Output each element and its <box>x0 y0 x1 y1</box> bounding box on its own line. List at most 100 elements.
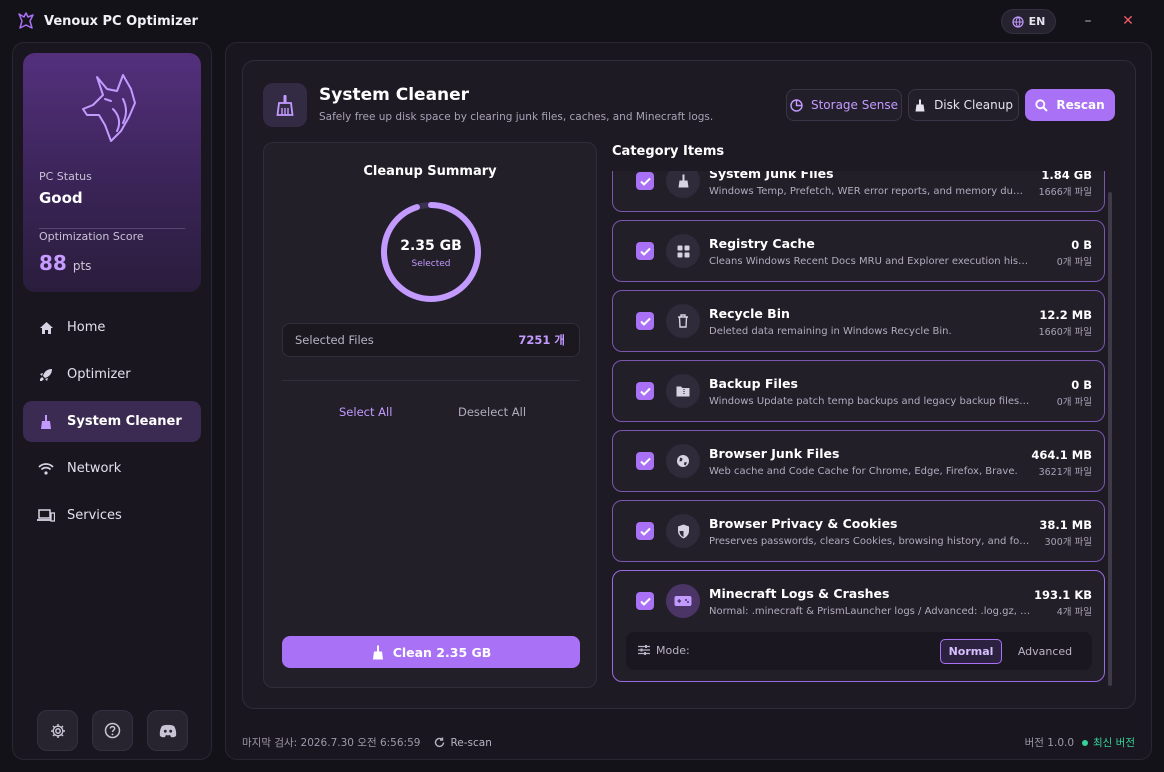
category-scrollbar[interactable] <box>1108 192 1112 686</box>
sidebar-item-optimizer[interactable]: Optimizer <box>23 354 201 395</box>
broom-icon <box>915 99 925 111</box>
category-description: Web cache and Code Cache for Chrome, Edg… <box>709 466 1018 477</box>
language-button[interactable]: EN <box>1001 9 1056 34</box>
category-size: 193.1 KB <box>1033 588 1092 602</box>
header-broom-icon <box>263 83 307 127</box>
sidebar-item-system-cleaner[interactable]: System Cleaner <box>23 401 201 442</box>
optimization-score-value: 88 <box>39 251 67 275</box>
check-icon <box>639 177 651 186</box>
cleanup-summary-title: Cleanup Summary <box>363 164 497 179</box>
pc-status-value: Good <box>39 189 83 207</box>
category-size: 1.84 GB <box>1041 171 1092 182</box>
category-file-count: 1666개 파일 <box>1038 187 1092 198</box>
globe-icon <box>666 444 700 478</box>
category-name: Browser Privacy & Cookies <box>709 516 898 531</box>
latest-version-badge: 최신 버전 <box>1082 735 1135 750</box>
system-cleaner-panel: System Cleaner Safely free up disk space… <box>242 60 1136 709</box>
category-checkbox[interactable] <box>636 522 654 540</box>
help-icon <box>104 722 121 739</box>
select-all-button[interactable]: Select All <box>339 405 392 419</box>
rescan-button[interactable]: Rescan <box>1025 89 1115 121</box>
category-item-recycle-bin[interactable]: Recycle Bin Deleted data remaining in Wi… <box>612 290 1105 352</box>
category-size: 12.2 MB <box>1039 308 1092 322</box>
last-scan-text: 마지막 검사: 2026.7.30 오전 6:56:59 <box>242 737 421 749</box>
deselect-all-button[interactable]: Deselect All <box>458 405 526 419</box>
settings-button[interactable] <box>37 710 78 751</box>
category-checkbox[interactable] <box>636 382 654 400</box>
discord-button[interactable] <box>147 710 188 751</box>
latest-version-label: 최신 버전 <box>1093 737 1135 749</box>
sidebar-item-network[interactable]: Network <box>23 448 201 489</box>
search-icon <box>1035 98 1049 112</box>
category-name: Browser Junk Files <box>709 446 840 461</box>
settings-icon <box>50 723 65 738</box>
category-item-minecraft-logs[interactable]: Minecraft Logs & Crashes Normal: .minecr… <box>612 570 1105 682</box>
sidebar-nav: Home Optimizer System Cleaner Network Se… <box>23 307 201 542</box>
broom-icon <box>372 645 383 659</box>
status-card: PC Status Good Optimization Score 88 pts <box>23 53 201 292</box>
category-description: Normal: .minecraft & PrismLauncher logs … <box>709 606 1031 617</box>
category-checkbox[interactable] <box>636 452 654 470</box>
category-item-browser-privacy[interactable]: Browser Privacy & Cookies Preserves pass… <box>612 500 1105 562</box>
sidebar-item-home[interactable]: Home <box>23 307 201 348</box>
help-button[interactable] <box>92 710 133 751</box>
gauge-icon <box>790 98 803 112</box>
category-file-count: 3621개 파일 <box>1038 467 1092 478</box>
disk-cleanup-label: Disk Cleanup <box>934 98 1013 112</box>
summary-divider <box>282 380 580 381</box>
check-icon <box>639 527 651 536</box>
selected-size-value: 2.35 GB <box>400 238 462 254</box>
category-name: Registry Cache <box>709 236 815 251</box>
minimize-button[interactable]: – <box>1077 10 1099 32</box>
wolf-logo-icon <box>82 74 136 142</box>
selected-size-label: Selected <box>411 259 451 269</box>
category-item-backup-files[interactable]: Backup Files Windows Update patch temp b… <box>612 360 1105 422</box>
home-icon <box>37 319 55 337</box>
category-item-system-junk[interactable]: System Junk Files Windows Temp, Prefetch… <box>612 171 1105 212</box>
category-checkbox[interactable] <box>636 312 654 330</box>
mode-normal-button[interactable]: Normal <box>940 639 1002 664</box>
check-icon <box>639 597 651 606</box>
category-description: Cleans Windows Recent Docs MRU and Explo… <box>709 256 1031 267</box>
category-size: 0 B <box>1071 378 1092 392</box>
re-scan-link[interactable]: Re-scan <box>434 736 492 749</box>
category-description: Deleted data remaining in Windows Recycl… <box>709 326 952 337</box>
category-checkbox[interactable] <box>636 592 654 610</box>
re-scan-label: Re-scan <box>450 736 492 749</box>
category-item-registry-cache[interactable]: Registry Cache Cleans Windows Recent Doc… <box>612 220 1105 282</box>
rescan-label: Rescan <box>1056 98 1105 112</box>
status-dot-icon <box>1082 739 1089 746</box>
main-area: System Cleaner Safely free up disk space… <box>225 42 1152 760</box>
sidebar-item-label: Home <box>67 320 106 335</box>
language-label: EN <box>1028 15 1046 28</box>
title-bar: Venoux PC Optimizer EN – ✕ <box>0 0 1164 42</box>
sidebar-item-label: Network <box>67 461 122 476</box>
broom-icon <box>37 413 55 431</box>
category-item-browser-junk[interactable]: Browser Junk Files Web cache and Code Ca… <box>612 430 1105 492</box>
category-checkbox[interactable] <box>636 172 654 190</box>
cleanup-summary-card: Cleanup Summary 2.35 GB Selected Selecte… <box>263 142 597 688</box>
clean-button[interactable]: Clean 2.35 GB <box>282 636 580 668</box>
status-footer-left: 마지막 검사: 2026.7.30 오전 6:56:59 Re-scan <box>242 735 492 750</box>
disk-cleanup-button[interactable]: Disk Cleanup <box>908 89 1019 121</box>
broom-icon <box>666 171 700 198</box>
storage-sense-label: Storage Sense <box>810 98 898 112</box>
check-icon <box>639 317 651 326</box>
storage-sense-button[interactable]: Storage Sense <box>786 89 902 121</box>
selected-files-value: 7251 개 <box>518 333 565 347</box>
check-icon <box>639 387 651 396</box>
mode-selector: Mode: Normal Advanced <box>626 632 1092 670</box>
clean-button-label: Clean 2.35 GB <box>392 644 492 660</box>
sidebar-item-label: System Cleaner <box>67 414 182 429</box>
close-button[interactable]: ✕ <box>1117 10 1139 32</box>
category-size: 0 B <box>1071 238 1092 252</box>
mode-advanced-button[interactable]: Advanced <box>1010 639 1080 664</box>
selected-files-label: Selected Files <box>295 333 374 347</box>
minimize-icon: – <box>1084 13 1092 29</box>
category-size: 38.1 MB <box>1039 518 1092 532</box>
status-footer-right: 버전 1.0.0 최신 버전 <box>1025 735 1135 750</box>
sidebar-item-services[interactable]: Services <box>23 495 201 536</box>
check-icon <box>639 457 651 466</box>
page-subtitle: Safely free up disk space by clearing ju… <box>319 111 714 123</box>
category-checkbox[interactable] <box>636 242 654 260</box>
